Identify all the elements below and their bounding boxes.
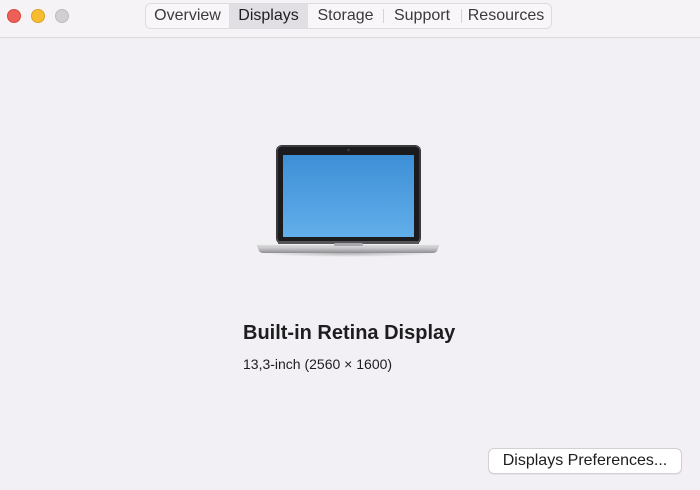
tab-overview[interactable]: Overview [146,4,229,28]
title-bar: Overview Displays Storage Support Resour… [0,0,700,38]
tab-support[interactable]: Support [383,4,461,28]
displays-preferences-button[interactable]: Displays Preferences... [488,448,682,474]
tab-bar: Overview Displays Storage Support Resour… [145,3,552,29]
laptop-icon [256,145,440,257]
display-name: Built-in Retina Display [243,322,456,344]
tab-resources[interactable]: Resources [461,4,551,28]
close-icon[interactable] [7,9,21,23]
zoom-icon[interactable] [55,9,69,23]
tab-storage[interactable]: Storage [308,4,383,28]
minimize-icon[interactable] [31,9,45,23]
display-spec: 13,3-inch (2560 × 1600) [243,356,393,372]
tab-displays[interactable]: Displays [229,4,308,28]
